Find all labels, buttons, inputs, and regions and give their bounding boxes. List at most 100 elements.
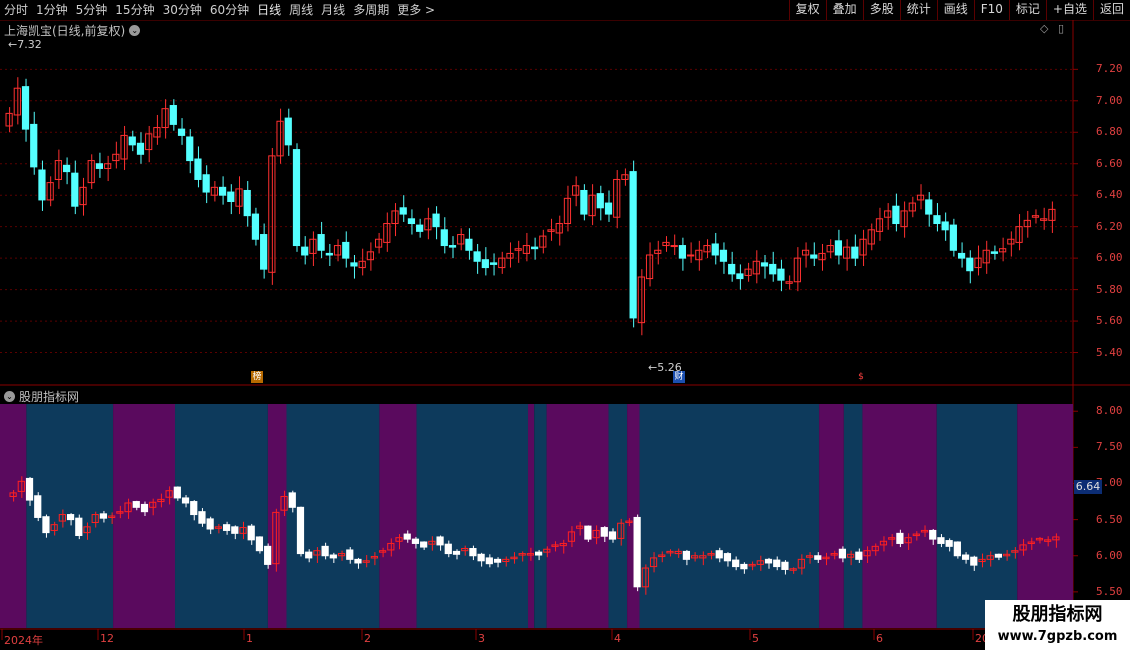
y-tick-label: 7.20 (1096, 62, 1123, 76)
candle-body (481, 259, 489, 269)
candle-body (834, 240, 843, 256)
candle-body (966, 257, 974, 272)
indicator-body (346, 549, 354, 560)
indicator-body (288, 492, 296, 508)
candle-body (407, 218, 416, 225)
indicator-body (173, 486, 181, 499)
indicator-body (493, 558, 502, 563)
indicator-title-text: 股朋指标网 (19, 390, 80, 404)
indicator-body (99, 513, 108, 519)
y-tick-label: 6.80 (1096, 125, 1123, 139)
candle-body (473, 251, 481, 262)
y-tick-label: 6.50 (1096, 512, 1123, 526)
candle-body (728, 263, 736, 275)
chevron-down-icon[interactable]: ⌄ (4, 391, 15, 402)
dividend-badge[interactable]: $ (855, 371, 867, 383)
indicator-band (528, 404, 535, 628)
y-tick-label: 6.00 (1096, 251, 1123, 265)
candle-body (489, 262, 498, 265)
indicator-body (715, 550, 723, 559)
indicator-band (862, 404, 937, 628)
y-tick-label: 6.40 (1096, 188, 1123, 202)
indicator-body (994, 553, 1003, 558)
indicator-body (937, 537, 945, 544)
indicator-body (444, 543, 452, 555)
candle-body (760, 262, 769, 267)
indicator-body (584, 525, 592, 540)
x-axis-label: 2024年 (4, 634, 43, 647)
watermark: 股朋指标网 www.7gpzb.com (985, 600, 1130, 650)
y-tick-label: 5.50 (1096, 584, 1123, 598)
watermark-title: 股朋指标网 (1012, 604, 1103, 625)
indicator-band (608, 404, 628, 628)
indicator-band (639, 404, 820, 628)
indicator-body (436, 536, 444, 546)
y-tick-label: 5.80 (1096, 282, 1123, 296)
indicator-band (175, 404, 268, 628)
candle-body (629, 171, 637, 319)
y-tick-label: 7.50 (1096, 440, 1123, 454)
candle-body (925, 199, 933, 215)
candle-body (432, 213, 440, 228)
candle-body (202, 174, 210, 193)
list-badge[interactable]: 榜 (251, 371, 263, 383)
indicator-band (546, 404, 609, 628)
x-axis-label: 5 (752, 632, 759, 645)
candle-body (711, 243, 719, 256)
indicator-body (452, 550, 461, 555)
diamond-icon[interactable]: ◇ (1040, 22, 1048, 35)
finance-badge[interactable]: 财 (673, 371, 685, 383)
candle-body (71, 172, 79, 207)
candle-body (933, 215, 941, 225)
candle-body (941, 221, 949, 231)
candle-body (670, 245, 678, 248)
indicator-body (132, 501, 140, 508)
indicator-body (953, 541, 961, 557)
candle-body (892, 205, 900, 225)
indicator-body (682, 550, 691, 560)
indicator-body (469, 548, 477, 557)
indicator-body (140, 503, 149, 513)
indicator-body (222, 524, 231, 531)
indicator-body (633, 516, 641, 588)
x-axis-label: 4 (614, 632, 621, 645)
candle-body (227, 191, 235, 202)
candle-body (218, 186, 227, 196)
y-tick-label: 7.00 (1096, 93, 1123, 107)
stock-title[interactable]: 上海凯宝(日线,前复权) ⌄ (4, 22, 141, 39)
candle-body (243, 189, 251, 217)
candle-body (62, 164, 71, 173)
y-tick-label: 6.20 (1096, 219, 1123, 233)
candle-body (95, 163, 104, 169)
chevron-down-icon[interactable]: ⌄ (129, 25, 141, 36)
indicator-body (896, 532, 904, 544)
indicator-title[interactable]: ⌄ 股朋指标网 (4, 388, 79, 405)
indicator-band (267, 404, 287, 628)
candle-body (301, 246, 309, 256)
candle-body (21, 86, 30, 130)
indicator-band (14, 404, 27, 628)
indicator-body (781, 561, 789, 570)
indicator-body (231, 526, 239, 534)
indicator-body (42, 516, 50, 534)
indicator-body (329, 554, 337, 559)
indicator-band (416, 404, 529, 628)
indicator-body (190, 501, 198, 516)
indicator-body (773, 559, 781, 568)
candle-body (769, 263, 777, 275)
candle-body (128, 136, 136, 146)
y-tick-label: 5.40 (1096, 345, 1123, 359)
window-icon[interactable]: ▯ (1058, 22, 1064, 35)
candle-body (136, 142, 145, 155)
indicator-body (929, 529, 937, 540)
candle-body (38, 169, 46, 201)
indicator-body (535, 551, 543, 556)
indicator-body (814, 555, 822, 560)
candle-body (440, 229, 448, 247)
indicator-band (843, 404, 863, 628)
x-axis-label: 6 (876, 632, 883, 645)
candle-body (949, 224, 957, 251)
indicator-body (181, 497, 190, 504)
indicator-body (608, 531, 617, 540)
indicator-body (411, 538, 420, 544)
